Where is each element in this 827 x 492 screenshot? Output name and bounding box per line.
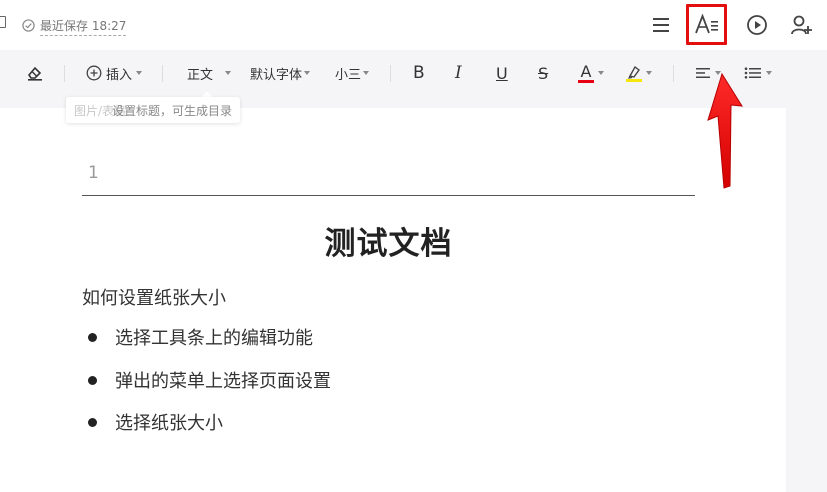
document-icon — [0, 16, 6, 28]
list-button[interactable] — [744, 62, 772, 84]
bold-icon: B — [413, 63, 425, 83]
format-painter-icon — [0, 66, 4, 80]
save-status-text: 最近保存 18:27 — [40, 18, 127, 33]
saved-check-icon — [22, 18, 35, 32]
bold-button[interactable]: B — [413, 62, 425, 84]
chevron-down-icon — [136, 71, 143, 75]
font-family-label: 默认字体 — [250, 67, 303, 83]
list-item[interactable]: 弹出的菜单上选择页面设置 — [88, 367, 331, 393]
list-item-text: 选择纸张大小 — [115, 413, 223, 434]
list-item-text: 选择工具条上的编辑功能 — [115, 328, 313, 349]
top-bar: 最近保存 18:27 — [0, 0, 827, 50]
font-color-swatch — [578, 79, 594, 83]
menu-button[interactable] — [647, 11, 675, 39]
chevron-down-icon — [363, 71, 370, 75]
bullet-dot — [88, 332, 97, 342]
menu-icon — [653, 18, 669, 32]
strikethrough-icon: S — [538, 63, 549, 83]
highlighter-icon — [626, 65, 642, 82]
bullet-dot — [88, 417, 97, 427]
bullet-list-icon — [744, 67, 761, 79]
list-item[interactable]: 选择纸张大小 — [88, 409, 223, 435]
strikethrough-button[interactable]: S — [538, 62, 548, 84]
paragraph-style-select[interactable]: 正文 — [187, 62, 232, 84]
list-item-text: 弹出的菜单上选择页面设置 — [115, 371, 331, 392]
underline-button[interactable]: U — [496, 62, 508, 84]
bullet-dot — [88, 375, 97, 385]
insert-menu-button[interactable]: 插入 — [86, 62, 143, 84]
underline-icon: U — [496, 63, 508, 83]
header-divider — [82, 195, 695, 196]
add-collaborator-button[interactable] — [788, 11, 816, 39]
chevron-down-icon — [766, 71, 772, 75]
chevron-down-icon — [598, 71, 604, 75]
document-title[interactable]: 测试文档 — [82, 218, 695, 263]
highlight-color-swatch — [626, 78, 642, 82]
add-circle-icon — [86, 65, 102, 81]
font-size-label: 小三 — [335, 67, 362, 83]
clear-format-button[interactable] — [26, 62, 44, 84]
chevron-down-icon — [225, 71, 232, 75]
italic-button[interactable]: I — [455, 62, 462, 84]
list-item[interactable]: 选择工具条上的编辑功能 — [88, 324, 313, 350]
tooltip: 图片/表格 设置标题，可生成目录 — [66, 97, 241, 123]
eraser-icon — [27, 66, 42, 81]
add-user-icon — [791, 15, 812, 35]
play-icon — [747, 15, 767, 35]
highlight-color-button[interactable] — [626, 62, 652, 84]
italic-icon: I — [455, 63, 462, 83]
chevron-down-icon — [304, 71, 311, 75]
document-paragraph[interactable]: 如何设置纸张大小 — [82, 284, 226, 310]
chevron-down-icon — [646, 71, 652, 75]
page-header-text[interactable]: 1 — [88, 163, 99, 183]
tooltip-text: 设置标题，可生成目录 — [112, 103, 233, 118]
font-size-select[interactable]: 小三 — [335, 62, 370, 84]
font-color-icon: A — [578, 63, 594, 83]
annotation-arrow — [707, 72, 743, 189]
annotation-highlight-box — [686, 4, 727, 45]
format-painter-button[interactable] — [0, 62, 4, 84]
paragraph-style-label: 正文 — [187, 67, 214, 83]
font-color-button[interactable]: A — [578, 62, 604, 84]
font-family-select[interactable]: 默认字体 — [250, 62, 311, 84]
save-status: 最近保存 18:27 — [22, 16, 127, 36]
insert-label: 插入 — [106, 67, 133, 83]
presentation-button[interactable] — [743, 11, 771, 39]
